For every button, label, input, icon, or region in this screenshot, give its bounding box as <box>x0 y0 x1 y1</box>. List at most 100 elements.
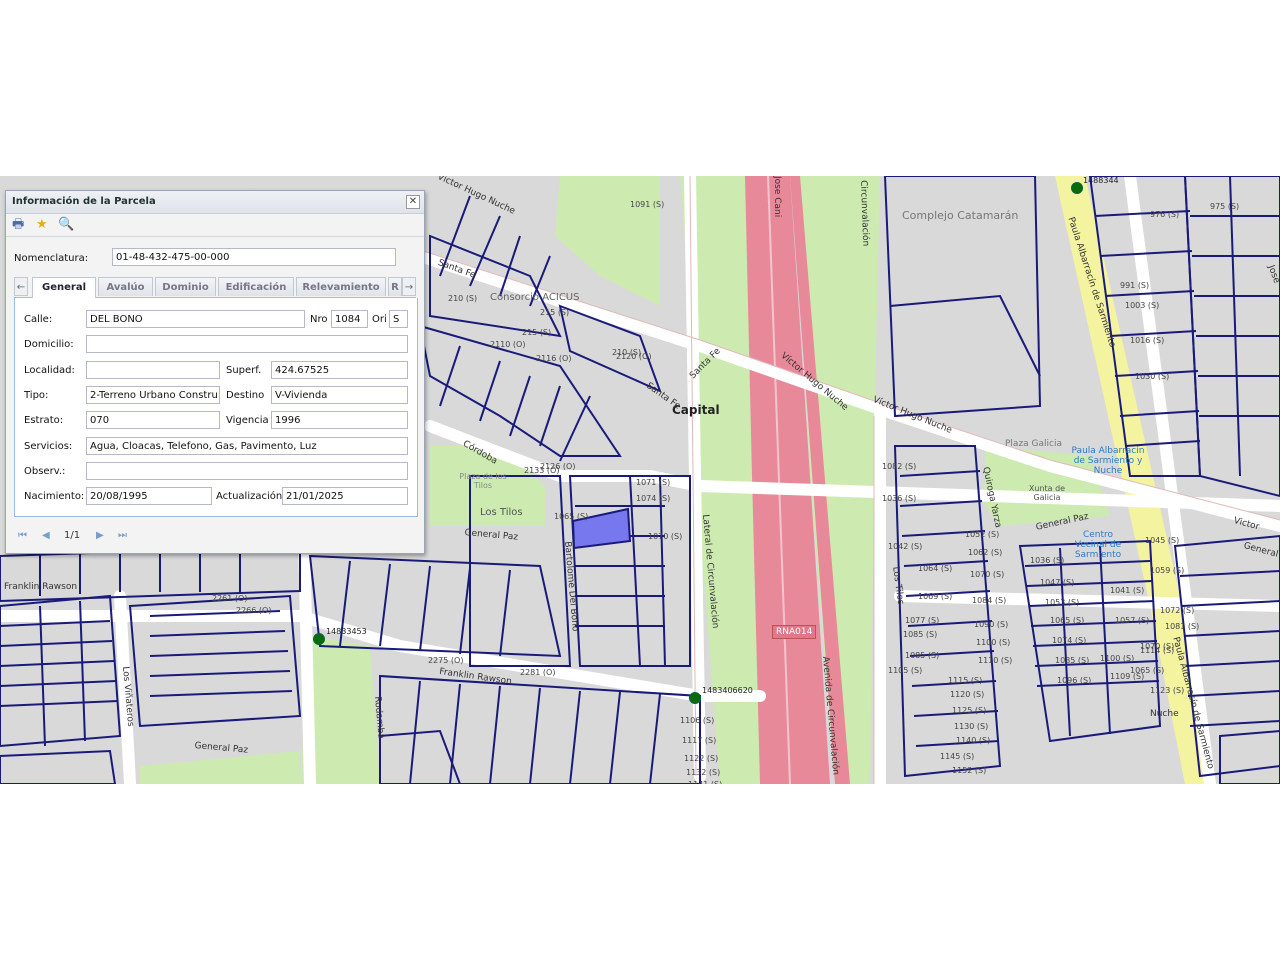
parcel-number-label: 1036 (S) <box>1030 556 1065 565</box>
parcel-number-label: 1106 (S) <box>680 716 715 725</box>
parcel-number-label: 1072 (S) <box>1160 606 1195 615</box>
tab-r[interactable]: R <box>388 277 402 296</box>
nomenclatura-label: Nomenclatura: <box>14 253 89 264</box>
parcel-number-label: 1074 (S) <box>1052 636 1087 645</box>
calle-label: Calle: <box>24 314 53 325</box>
parcel-number-label: 1041 (S) <box>1110 586 1145 595</box>
parcel-number-label: 2266 (O) <box>236 606 272 615</box>
road-label: Nuche <box>1150 709 1179 719</box>
parcel-number-label: 1090 (S) <box>974 620 1009 629</box>
tab-relevamiento[interactable]: Relevamiento <box>296 277 386 296</box>
parcel-number-label: 215 (S) <box>540 308 570 317</box>
parcel-number-label: 2116 (O) <box>536 354 572 363</box>
tab-dominio[interactable]: Dominio <box>155 277 216 296</box>
tipo-label: Tipo: <box>24 390 49 401</box>
favorite-icon[interactable]: ★ <box>36 218 48 232</box>
parcel-number-label: 1065 (S) <box>1050 616 1085 625</box>
prev-page-icon[interactable]: ◀ <box>42 530 50 541</box>
parcel-number-label: 1082 (S) <box>882 462 917 471</box>
zoom-icon[interactable]: 🔍 <box>58 218 74 232</box>
tab-edificacion[interactable]: Edificación <box>218 277 294 296</box>
survey-marker[interactable] <box>313 633 325 645</box>
dialog-titlebar[interactable]: Información de la Parcela ✕ <box>6 191 424 214</box>
parcel-number-label: 1132 (S) <box>686 768 721 777</box>
actualizacion-field[interactable]: 21/01/2025 <box>282 487 408 505</box>
parcel-number-label: 1070 (S) <box>1140 642 1175 651</box>
parcel-number-label: 1052 (S) <box>965 530 1000 539</box>
close-icon[interactable]: ✕ <box>406 195 420 209</box>
parcel-number-label: 1081 (S) <box>1165 622 1200 631</box>
parcel-number-label: 1110 (S) <box>978 656 1013 665</box>
last-page-icon[interactable]: ⏭ <box>118 530 127 541</box>
parcel-number-label: 2275 (O) <box>428 656 464 665</box>
road-label: Jose Cani <box>772 176 782 218</box>
marker-code: 1488344 <box>1083 176 1119 185</box>
marker-code: 14833453 <box>326 627 367 636</box>
parcel-number-label: 1077 (S) <box>905 616 940 625</box>
nro-label: Nro <box>310 314 328 325</box>
superf-field[interactable]: 424.67525 <box>271 361 408 379</box>
parcel-number-label: 1065 (S) <box>1130 666 1165 675</box>
dialog-title: Información de la Parcela <box>12 196 156 207</box>
observ-field[interactable] <box>86 462 408 480</box>
localidad-field[interactable] <box>86 361 220 379</box>
vigencia-field[interactable]: 1996 <box>271 411 408 429</box>
domicilio-field[interactable] <box>86 335 408 353</box>
survey-marker[interactable] <box>689 692 701 704</box>
parcel-number-label: 1064 (S) <box>918 564 953 573</box>
servicios-field[interactable]: Agua, Cloacas, Telefono, Gas, Pavimento,… <box>86 437 408 455</box>
vigencia-label: Vigencia <box>226 415 269 426</box>
poi-label: Consorcio ACICUS <box>490 292 580 303</box>
parcel-number-label: 1062 (S) <box>968 548 1003 557</box>
print-icon[interactable]: 🖶 <box>12 218 24 232</box>
parcel-number-label: 1152 (S) <box>952 766 987 775</box>
domicilio-label: Domicilio: <box>24 339 74 350</box>
parcel-number-label: 2281 (O) <box>520 668 556 677</box>
parcel-number-label: 1065 (S) <box>554 512 589 521</box>
nacimiento-field[interactable]: 20/08/1995 <box>86 487 212 505</box>
parcel-number-label: 1045 (S) <box>1145 536 1180 545</box>
parcel-number-label: 1069 (S) <box>918 592 953 601</box>
nro-field[interactable]: 1084 <box>331 310 368 328</box>
parcel-number-label: 1117 (S) <box>682 736 717 745</box>
road-label: Franklin Rawson <box>4 582 78 592</box>
poi-label: Los Tilos <box>480 507 523 518</box>
parcel-number-label: 1122 (S) <box>684 754 719 763</box>
tab-avaluo[interactable]: Avalúo <box>98 277 153 296</box>
nacimiento-label: Nacimiento: <box>24 491 85 502</box>
parcel-number-label: 1036 (S) <box>882 494 917 503</box>
tab-general[interactable]: General <box>32 277 96 298</box>
parcel-number-label: 2110 (O) <box>490 340 526 349</box>
parcel-number-label: 976 (S) <box>1150 210 1180 219</box>
parcel-number-label: 215 (S) <box>522 328 552 337</box>
parcel-number-label: 1059 (S) <box>1150 566 1185 575</box>
ori-label: Ori <box>372 314 387 325</box>
poi-label: Xunta de Galicia <box>1028 484 1066 502</box>
tab-scroll-right[interactable]: → <box>402 277 416 296</box>
calle-field[interactable]: DEL BONO <box>86 310 305 328</box>
tab-scroll-left[interactable]: ← <box>14 277 28 296</box>
parcel-info-dialog: Información de la Parcela ✕ 🖶 ★ 🔍 Nomenc… <box>5 190 425 554</box>
parcel-number-label: 1070 (S) <box>648 532 683 541</box>
poi-label: Paula Albarracín de Sarmiento y Nuche <box>1071 446 1145 476</box>
next-page-icon[interactable]: ▶ <box>96 530 104 541</box>
destino-field[interactable]: V-Vivienda <box>271 386 408 404</box>
servicios-label: Servicios: <box>24 441 73 452</box>
observ-label: Observ.: <box>24 466 66 477</box>
ori-field[interactable]: S <box>389 310 408 328</box>
route-shield: RNA014 <box>772 625 817 639</box>
survey-marker[interactable] <box>1071 182 1083 194</box>
parcel-number-label: 1145 (S) <box>940 752 975 761</box>
parcel-number-label: 991 (S) <box>1120 281 1150 290</box>
poi-label: Plaza de los Tilos <box>459 472 507 490</box>
first-page-icon[interactable]: ⏮ <box>18 530 27 541</box>
destino-label: Destino <box>226 390 265 401</box>
general-panel: Calle: DEL BONO Nro 1084 Ori S Domicilio… <box>14 298 418 517</box>
parcel-number-label: 1120 (S) <box>950 690 985 699</box>
tipo-field[interactable]: 2-Terreno Urbano Constru <box>86 386 220 404</box>
parcel-number-label: 2261 (O) <box>212 594 248 603</box>
estrato-field[interactable]: 070 <box>86 411 220 429</box>
nomenclatura-field[interactable]: 01-48-432-475-00-000 <box>112 248 396 266</box>
parcel-number-label: 1074 (S) <box>636 494 671 503</box>
parcel-number-label: 1100 (S) <box>976 638 1011 647</box>
